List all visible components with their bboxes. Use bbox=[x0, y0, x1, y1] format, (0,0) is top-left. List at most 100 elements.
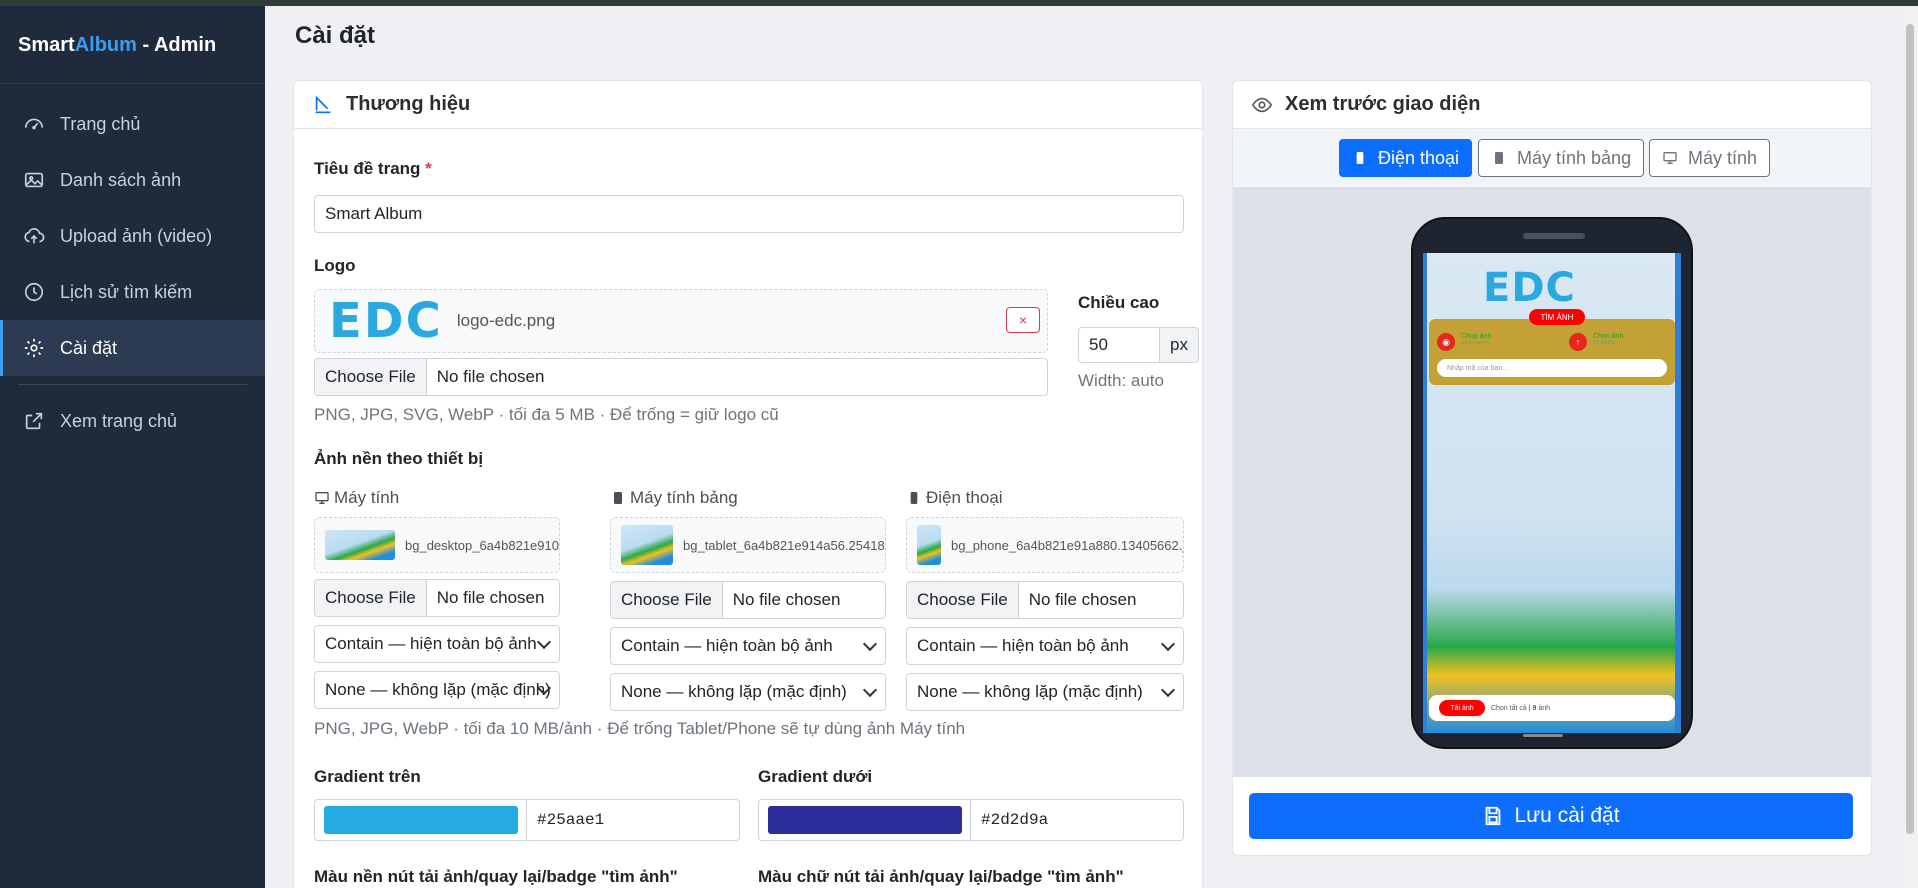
logo-image: EDC bbox=[329, 293, 443, 349]
preview-search-badge: TÌM ẢNH bbox=[1529, 309, 1585, 325]
preview-upload-action: ↑ Chọn ảnh Từ thiết bị bbox=[1569, 333, 1623, 351]
preview-camera-action: ◉ Chụp ảnh Bằng camera bbox=[1437, 333, 1491, 351]
gradient-top-hex[interactable]: #25aae1 bbox=[526, 800, 604, 840]
tablet-icon bbox=[1495, 152, 1503, 164]
logo-label: Logo bbox=[314, 256, 356, 275]
bg-tablet-thumbnail bbox=[621, 525, 673, 565]
sidebar-item-images[interactable]: Danh sách ảnh bbox=[0, 152, 265, 208]
phone-speaker bbox=[1523, 233, 1585, 239]
sidebar-item-upload[interactable]: Upload ảnh (video) bbox=[0, 208, 265, 264]
bg-desktop-thumbnail bbox=[325, 530, 395, 560]
sidebar-divider bbox=[18, 384, 247, 385]
phone-icon bbox=[1356, 152, 1364, 164]
bg-desktop-repeat-select[interactable]: None — không lặp (mặc định) bbox=[314, 671, 560, 709]
preview-stage: EDC ◉ Chụp ảnh Bằng camera ↑ Chọn ảnh Từ t… bbox=[1233, 187, 1871, 777]
background-help: PNG, JPG, WebP · tối đa 10 MB/ảnh · Để t… bbox=[314, 719, 966, 738]
page-title-input[interactable]: Smart Album bbox=[314, 195, 1184, 233]
tab-phone[interactable]: Điện thoại bbox=[1339, 139, 1473, 177]
gradient-top-picker[interactable]: #25aae1 bbox=[314, 799, 740, 841]
page-title: Cài đặt bbox=[295, 22, 376, 49]
preview-code-input: Nhập mã của bạn... bbox=[1437, 359, 1667, 377]
height-label: Chiều cao bbox=[1078, 293, 1160, 312]
screen-edge-left bbox=[1423, 253, 1427, 733]
logo-preview: EDC logo-edc.png bbox=[314, 289, 1048, 353]
sidebar-item-settings[interactable]: Cài đặt bbox=[0, 320, 265, 376]
chevron-down-icon bbox=[862, 682, 878, 698]
screen-edge-right bbox=[1675, 253, 1681, 733]
bg-phone-repeat-select[interactable]: None — không lặp (mặc định) bbox=[906, 673, 1184, 711]
bg-phone-preview: bg_phone_6a4b821e91a880.13405662.jpg bbox=[906, 517, 1184, 573]
preview-bottom-bar: Tải ảnh Chọn tất cả | 9 ảnh bbox=[1429, 695, 1675, 721]
chevron-down-icon bbox=[536, 634, 552, 650]
phone-icon bbox=[910, 492, 918, 504]
bg-desktop-preview: bg_desktop_6a4b821e910d13.33 bbox=[314, 517, 560, 573]
bg-phone-fit-select[interactable]: Contain — hiện toàn bộ ảnh bbox=[906, 627, 1184, 665]
bg-tablet-fit-select[interactable]: Contain — hiện toàn bộ ảnh bbox=[610, 627, 886, 665]
bg-tablet-repeat-select[interactable]: None — không lặp (mặc định) bbox=[610, 673, 886, 711]
gradient-top-swatch[interactable] bbox=[324, 806, 518, 834]
images-icon bbox=[24, 172, 44, 188]
sidebar-item-history[interactable]: Lịch sử tìm kiếm bbox=[0, 264, 265, 320]
gradient-bottom-swatch[interactable] bbox=[768, 806, 962, 834]
sidebar-item-home[interactable]: Trang chủ bbox=[0, 96, 265, 152]
cloud-upload-icon bbox=[24, 228, 45, 244]
eye-icon bbox=[1251, 97, 1273, 112]
bg-tablet-preview: bg_tablet_6a4b821e914a56.254182 bbox=[610, 517, 886, 573]
camera-icon: ◉ bbox=[1437, 333, 1455, 351]
logo-file-input[interactable]: Choose File No file chosen bbox=[314, 358, 1048, 396]
sidebar: SmartAlbum - Admin Trang chủ Danh sách ả… bbox=[0, 6, 265, 888]
monitor-icon bbox=[1663, 152, 1677, 164]
tab-desktop[interactable]: Máy tính bbox=[1649, 139, 1771, 177]
chevron-down-icon bbox=[862, 636, 878, 652]
logo-help: PNG, JPG, SVG, WebP · tối đa 5 MB · Để t… bbox=[314, 405, 779, 424]
preview-logo: EDC bbox=[1483, 265, 1576, 311]
speedometer-icon bbox=[24, 118, 44, 130]
tablet-icon bbox=[614, 492, 622, 504]
tab-tablet[interactable]: Máy tính bảng bbox=[1478, 139, 1645, 177]
gear-icon bbox=[24, 338, 44, 358]
save-settings-button[interactable]: Lưu cài đặt bbox=[1249, 793, 1853, 839]
sidebar-nav: Trang chủ Danh sách ảnh Upload ảnh (vide… bbox=[0, 84, 265, 449]
history-icon bbox=[24, 282, 44, 302]
scrollbar-thumb[interactable] bbox=[1906, 24, 1914, 834]
phone-screen: EDC ◉ Chụp ảnh Bằng camera ↑ Chọn ảnh Từ t… bbox=[1423, 253, 1681, 733]
width-note: Width: auto bbox=[1078, 371, 1164, 390]
brush-icon bbox=[315, 95, 331, 113]
preview-search-panel: ◉ Chụp ảnh Bằng camera ↑ Chọn ảnh Từ thiết… bbox=[1429, 319, 1675, 385]
gradient-bottom-hex[interactable]: #2d2d9a bbox=[970, 800, 1048, 840]
gradient-bottom-label: Gradient dưới bbox=[758, 767, 873, 786]
bg-desktop-fit-select[interactable]: Contain — hiện toàn bộ ảnh bbox=[314, 625, 560, 663]
brand-logo[interactable]: SmartAlbum - Admin bbox=[0, 6, 265, 84]
choose-file-button[interactable]: Choose File bbox=[315, 359, 427, 395]
bg-desktop-file-input[interactable]: Choose File No file chosen bbox=[314, 579, 560, 617]
page-scrollbar[interactable] bbox=[1902, 6, 1918, 888]
button-text-color-label: Màu chữ nút tải ảnh/quay lại/badge "tìm … bbox=[758, 867, 1124, 886]
brand-card-header: Thương hiệu bbox=[294, 81, 1202, 129]
page-title-label: Tiêu đề trang * bbox=[314, 159, 432, 178]
remove-logo-button[interactable]: × bbox=[1006, 307, 1040, 333]
device-label-tablet: Máy tính bảng bbox=[610, 488, 738, 508]
sidebar-item-view-home[interactable]: Xem trang chủ bbox=[0, 393, 265, 449]
device-label-phone: Điện thoại bbox=[906, 488, 1003, 508]
button-bg-color-label: Màu nền nút tải ảnh/quay lại/badge "tìm … bbox=[314, 867, 678, 886]
brand-card: Thương hiệu Tiêu đề trang * Smart Album … bbox=[293, 80, 1203, 888]
monitor-icon bbox=[315, 492, 329, 504]
phone-home-indicator bbox=[1523, 734, 1563, 737]
save-icon bbox=[1486, 806, 1501, 826]
background-label: Ảnh nền theo thiết bị bbox=[314, 449, 484, 468]
logo-filename: logo-edc.png bbox=[456, 311, 556, 330]
gradient-top-label: Gradient trên bbox=[314, 767, 421, 786]
preview-card: Xem trước giao diện Điện thoại Máy tính … bbox=[1232, 80, 1872, 856]
bg-phone-file-input[interactable]: Choose File No file chosen bbox=[906, 581, 1184, 619]
device-label-desktop: Máy tính bbox=[314, 488, 399, 508]
upload-icon: ↑ bbox=[1569, 333, 1587, 351]
height-unit: px bbox=[1159, 327, 1199, 363]
bg-tablet-file-input[interactable]: Choose File No file chosen bbox=[610, 581, 886, 619]
external-link-icon bbox=[25, 412, 43, 430]
chevron-down-icon bbox=[1160, 682, 1176, 698]
logo-height-input[interactable]: 50 bbox=[1078, 327, 1160, 363]
preview-download-button: Tải ảnh bbox=[1439, 700, 1485, 716]
preview-card-header: Xem trước giao diện bbox=[1233, 81, 1871, 129]
gradient-bottom-picker[interactable]: #2d2d9a bbox=[758, 799, 1184, 841]
phone-mockup: EDC ◉ Chụp ảnh Bằng camera ↑ Chọn ảnh Từ t… bbox=[1411, 217, 1693, 749]
